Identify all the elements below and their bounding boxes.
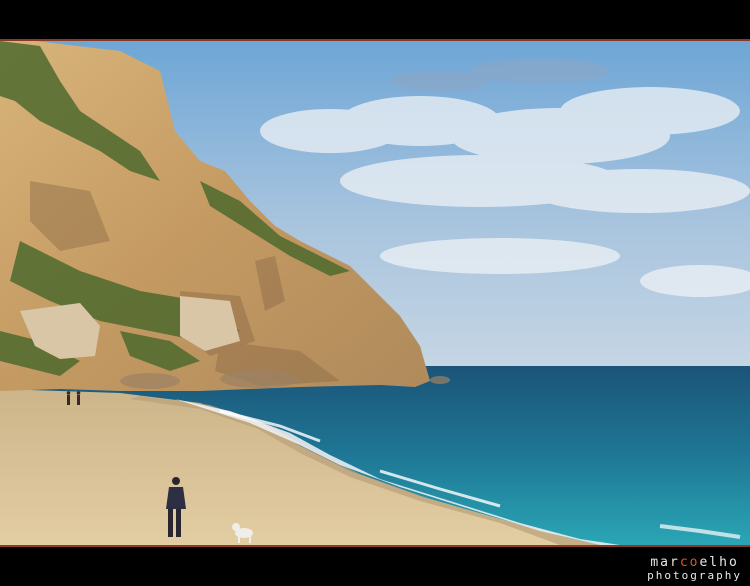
photographer-watermark: marcoelho photography	[647, 556, 742, 582]
photo	[0, 39, 750, 547]
beach-photo	[0, 41, 750, 545]
watermark-name: marcoelho	[650, 555, 739, 570]
watermark-subtitle: photography	[647, 569, 742, 582]
